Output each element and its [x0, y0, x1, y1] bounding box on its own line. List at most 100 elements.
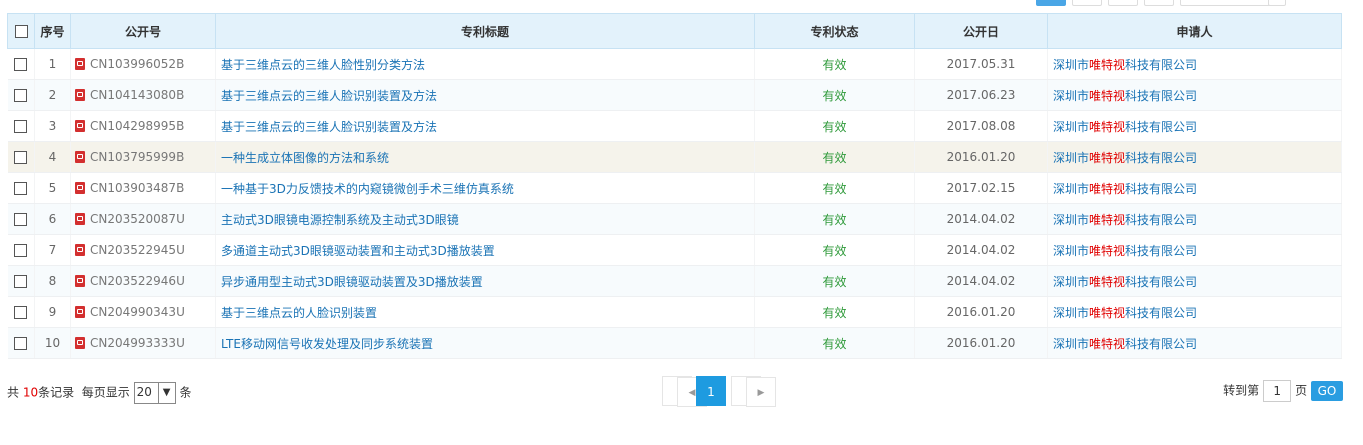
applicant-cell[interactable]: 深圳市唯特视科技有限公司	[1047, 172, 1342, 204]
applicant-cell[interactable]: 深圳市唯特视科技有限公司	[1047, 79, 1342, 111]
pub-no-cell: CN203522946U	[70, 265, 216, 297]
applicant-prefix: 深圳市	[1053, 181, 1090, 196]
top-page-button-active[interactable]	[1036, 0, 1066, 6]
header-status[interactable]: 专利状态	[754, 13, 915, 49]
applicant-cell[interactable]: 深圳市唯特视科技有限公司	[1047, 265, 1342, 297]
patent-title-link[interactable]: 基于三维点云的人脸识别装置	[216, 306, 377, 320]
pub-date-cell: 2017.08.08	[914, 110, 1048, 142]
patent-title-link[interactable]: 基于三维点云的三维人脸性别分类方法	[216, 58, 425, 72]
row-checkbox[interactable]	[14, 213, 28, 226]
table-row: 4 CN103795999B 一种生成立体图像的方法和系统 有效 2016.01.20 深…	[7, 141, 1342, 173]
header-title[interactable]: 专利标题	[215, 13, 755, 49]
applicant-suffix: 科技有限公司	[1125, 336, 1198, 351]
patent-title-link[interactable]: 多通道主动式3D眼镜驱动装置和主动式3D播放装置	[216, 244, 495, 258]
row-select-cell	[7, 265, 35, 297]
select-all-header	[7, 13, 35, 49]
pdf-icon[interactable]	[75, 58, 85, 70]
row-checkbox[interactable]	[14, 58, 28, 71]
per-page-unit: 条	[179, 385, 192, 400]
row-checkbox[interactable]	[14, 182, 28, 195]
pub-date-cell: 2014.04.02	[914, 265, 1048, 297]
total-suffix: 条记录	[38, 385, 75, 400]
goto-label: 转到第	[1223, 383, 1260, 398]
pdf-icon[interactable]	[75, 306, 85, 318]
go-button[interactable]: GO	[1311, 381, 1343, 401]
applicant-suffix: 科技有限公司	[1125, 150, 1198, 165]
pub-no: CN203522945U	[90, 243, 185, 257]
pub-no: CN103903487B	[90, 181, 185, 195]
per-page-select[interactable]: 20 ▼	[133, 382, 176, 404]
applicant-cell[interactable]: 深圳市唯特视科技有限公司	[1047, 234, 1342, 266]
row-select-cell	[7, 296, 35, 328]
row-index: 2	[34, 79, 71, 111]
pdf-icon[interactable]	[75, 89, 85, 101]
row-checkbox[interactable]	[14, 275, 28, 288]
header-index: 序号	[34, 13, 71, 49]
applicant-cell[interactable]: 深圳市唯特视科技有限公司	[1047, 296, 1342, 328]
row-index: 7	[34, 234, 71, 266]
table-row: 5 CN103903487B 一种基于3D力反馈技术的内窥镜微创手术三维仿真系统 有效…	[7, 172, 1342, 204]
applicant-cell[interactable]: 深圳市唯特视科技有限公司	[1047, 141, 1342, 173]
row-checkbox[interactable]	[14, 120, 28, 133]
row-index: 1	[34, 48, 71, 80]
top-search-input[interactable]	[1180, 0, 1272, 6]
row-checkbox[interactable]	[14, 244, 28, 257]
goto-page-input[interactable]: 1	[1263, 380, 1292, 402]
top-search-button[interactable]	[1268, 0, 1286, 6]
prev-page-button[interactable]: ◀	[662, 376, 707, 407]
pub-no: CN204993333U	[90, 336, 185, 350]
patent-table: 序号 公开号 专利标题 专利状态 公开日 申请人 1 CN103996052B 基于…	[7, 13, 1342, 359]
select-all-checkbox[interactable]	[14, 25, 28, 38]
top-page-button[interactable]	[1144, 0, 1174, 6]
patent-title-link[interactable]: 基于三维点云的三维人脸识别装置及方法	[216, 120, 437, 134]
applicant-cell[interactable]: 深圳市唯特视科技有限公司	[1047, 327, 1342, 359]
applicant-cell[interactable]: 深圳市唯特视科技有限公司	[1047, 203, 1342, 235]
table-row: 9 CN204990343U 基于三维点云的人脸识别装置 有效 2016.01.20 深圳…	[7, 296, 1342, 328]
table-row: 7 CN203522945U 多通道主动式3D眼镜驱动装置和主动式3D播放装置 有效 2…	[7, 234, 1342, 266]
pub-no-cell: CN103996052B	[70, 48, 216, 80]
pdf-icon[interactable]	[75, 213, 85, 225]
per-page-label: 每页显示	[81, 385, 130, 400]
row-checkbox[interactable]	[14, 89, 28, 102]
applicant-prefix: 深圳市	[1053, 88, 1090, 103]
pdf-icon[interactable]	[75, 275, 85, 287]
applicant-cell[interactable]: 深圳市唯特视科技有限公司	[1047, 110, 1342, 142]
pub-no-cell: CN103795999B	[70, 141, 216, 173]
row-select-cell	[7, 234, 35, 266]
patent-title-link[interactable]: 基于三维点云的三维人脸识别装置及方法	[216, 89, 437, 103]
pub-no-cell: CN104143080B	[70, 79, 216, 111]
patent-title-link[interactable]: 一种生成立体图像的方法和系统	[216, 151, 389, 165]
top-page-button[interactable]	[1108, 0, 1138, 6]
row-index: 9	[34, 296, 71, 328]
status-cell: 有效	[754, 110, 915, 142]
row-checkbox[interactable]	[14, 151, 28, 164]
applicant-suffix: 科技有限公司	[1125, 119, 1198, 134]
next-page-button[interactable]: ▶	[731, 376, 776, 407]
table-row: 3 CN104298995B 基于三维点云的三维人脸识别装置及方法 有效 2017.08…	[7, 110, 1342, 142]
title-cell: 异步通用型主动式3D眼镜驱动装置及3D播放装置	[215, 265, 755, 297]
header-applicant[interactable]: 申请人	[1047, 13, 1342, 49]
pub-no: CN103996052B	[90, 57, 185, 71]
pdf-icon[interactable]	[75, 151, 85, 163]
top-page-button[interactable]	[1072, 0, 1102, 6]
patent-title-link[interactable]: 主动式3D眼镜电源控制系统及主动式3D眼镜	[216, 213, 459, 227]
table-row: 8 CN203522946U 异步通用型主动式3D眼镜驱动装置及3D播放装置 有效 20…	[7, 265, 1342, 297]
row-checkbox[interactable]	[14, 337, 28, 350]
pdf-icon[interactable]	[75, 337, 85, 349]
pdf-icon[interactable]	[75, 244, 85, 256]
pdf-icon[interactable]	[75, 120, 85, 132]
pdf-icon[interactable]	[75, 182, 85, 194]
patent-title-link[interactable]: LTE移动网信号收发处理及同步系统装置	[216, 337, 433, 351]
page-button-current[interactable]: 1	[696, 376, 726, 406]
patent-title-link[interactable]: 异步通用型主动式3D眼镜驱动装置及3D播放装置	[216, 275, 483, 289]
applicant-cell[interactable]: 深圳市唯特视科技有限公司	[1047, 48, 1342, 80]
applicant-suffix: 科技有限公司	[1125, 243, 1198, 258]
header-pub-date[interactable]: 公开日	[914, 13, 1048, 49]
row-index: 5	[34, 172, 71, 204]
pub-no-cell: CN204990343U	[70, 296, 216, 328]
patent-title-link[interactable]: 一种基于3D力反馈技术的内窥镜微创手术三维仿真系统	[216, 182, 514, 196]
title-cell: 多通道主动式3D眼镜驱动装置和主动式3D播放装置	[215, 234, 755, 266]
row-checkbox[interactable]	[14, 306, 28, 319]
total-count: 10	[22, 385, 39, 400]
header-pub-no[interactable]: 公开号	[70, 13, 216, 49]
